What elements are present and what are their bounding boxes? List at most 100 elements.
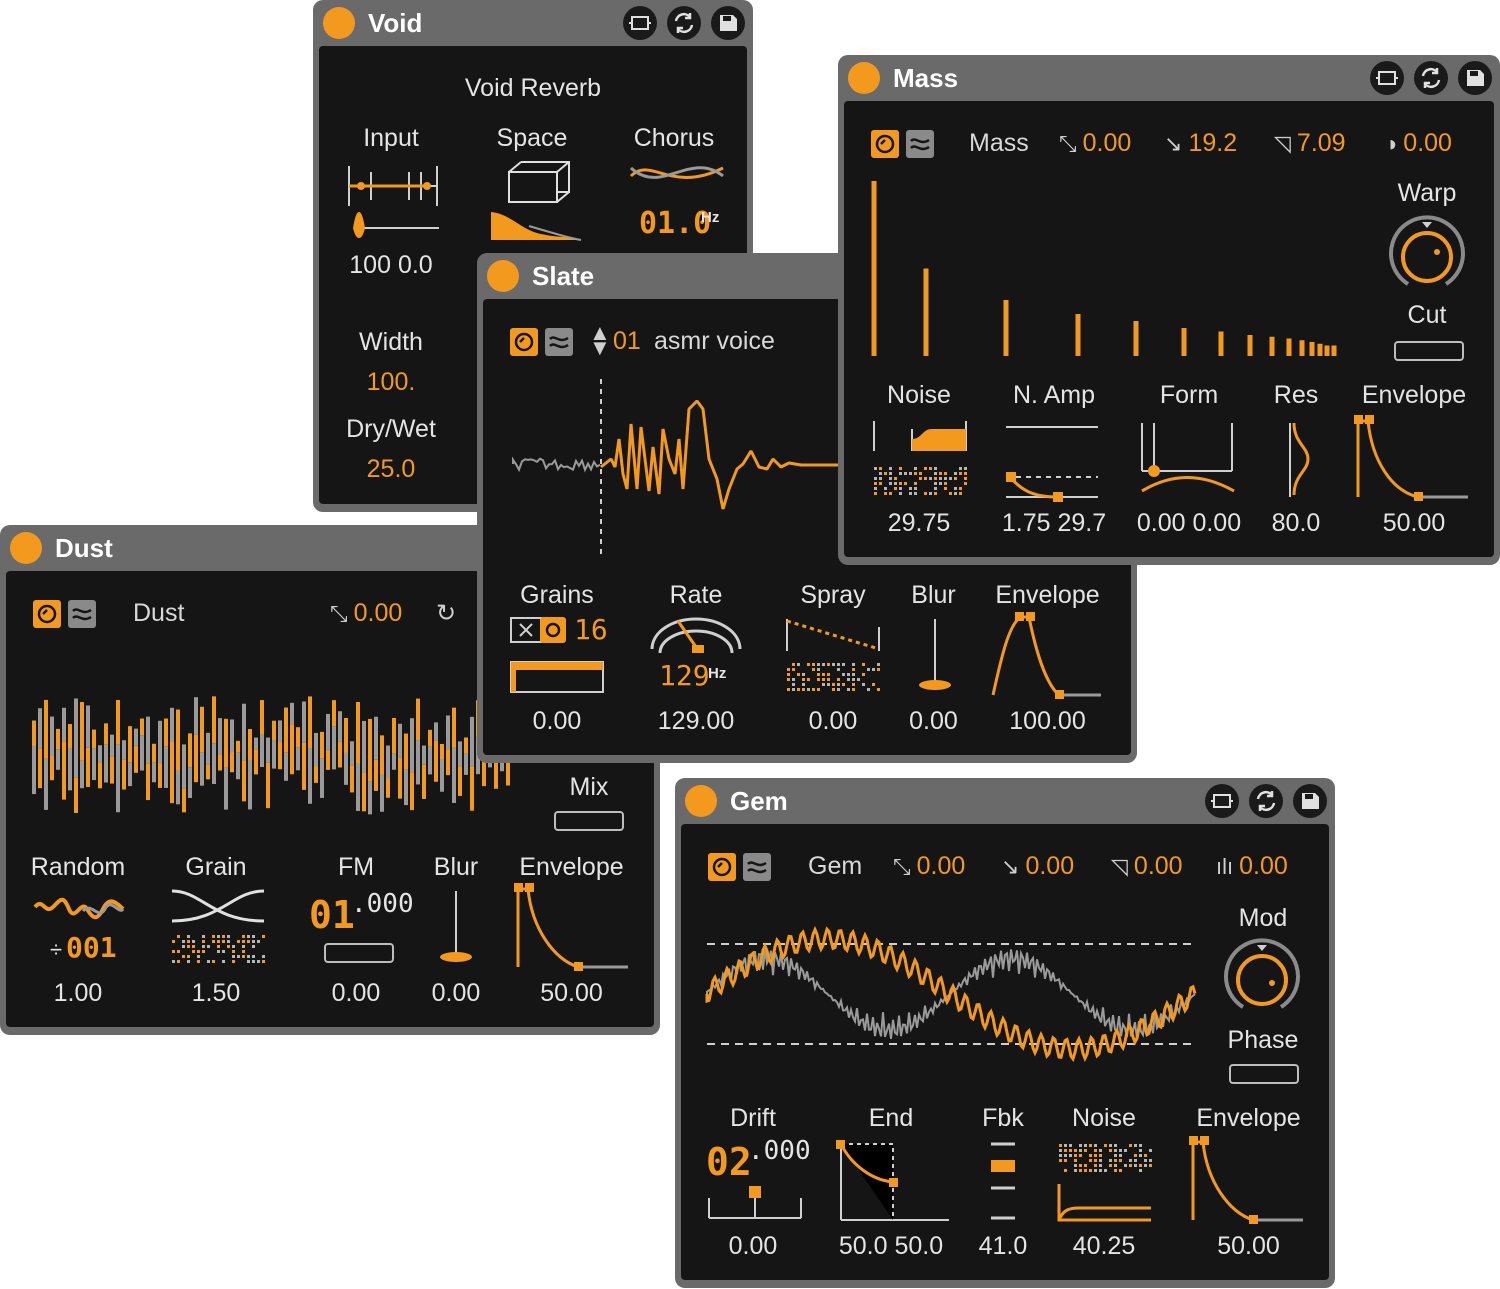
mode-osc-icon[interactable] xyxy=(871,130,899,158)
fm-display-dec: .000 xyxy=(351,889,414,919)
envelope-control[interactable] xyxy=(1354,415,1471,505)
envelope-value: 100.00 xyxy=(1009,707,1086,735)
grains-slider[interactable] xyxy=(510,661,604,695)
mode-wave-icon[interactable] xyxy=(743,853,771,881)
slate-waveform[interactable] xyxy=(511,379,846,559)
phase-slider[interactable] xyxy=(1229,1064,1299,1084)
gem-waveform[interactable] xyxy=(705,904,1205,1084)
void-titlebar[interactable]: Void xyxy=(313,0,753,46)
blur-control[interactable] xyxy=(438,889,474,969)
dust-param[interactable]: ⤡ 0.00 xyxy=(330,599,402,628)
swap-icon[interactable] xyxy=(667,6,701,40)
drywet-value[interactable]: 25.0 xyxy=(341,455,441,484)
end-control[interactable] xyxy=(835,1140,950,1224)
mode-wave-icon[interactable] xyxy=(68,600,96,628)
save-icon[interactable] xyxy=(1293,784,1327,818)
fbk-control[interactable] xyxy=(989,1140,1019,1224)
random-label: Random xyxy=(30,853,126,881)
chorus-control[interactable] xyxy=(629,158,725,198)
slate-power-button[interactable] xyxy=(487,260,519,292)
envelope-label: Envelope xyxy=(1361,381,1467,409)
gem-power-button[interactable] xyxy=(685,785,717,817)
mass-param-pitch[interactable]: ⤡ 0.00 xyxy=(1059,129,1131,158)
grains-count[interactable]: 16 xyxy=(574,613,608,646)
envelope-label: Envelope xyxy=(519,853,624,881)
space-label: Space xyxy=(496,124,568,152)
fbk-label: Fbk xyxy=(982,1104,1024,1132)
rate-label: Rate xyxy=(669,581,723,609)
blur-value: 0.00 xyxy=(431,979,481,1007)
mass-param-attack[interactable]: ◹ 7.09 xyxy=(1274,129,1346,158)
void-power-button[interactable] xyxy=(323,7,355,39)
gem-param-bars[interactable]: ılı 0.00 xyxy=(1216,852,1288,881)
grain-label: Grain xyxy=(185,853,247,881)
namp-control[interactable] xyxy=(1004,421,1104,502)
envelope-control[interactable] xyxy=(1189,1134,1306,1224)
grains-off-icon[interactable] xyxy=(510,617,542,643)
envelope-control[interactable] xyxy=(514,881,631,971)
drift-slider[interactable] xyxy=(707,1184,803,1224)
blur-label: Blur xyxy=(911,581,956,609)
warp-knob[interactable] xyxy=(1386,215,1468,296)
input-control[interactable] xyxy=(341,158,441,248)
gem-param-decay[interactable]: ↘ 0.00 xyxy=(1001,852,1074,881)
width-value[interactable]: 100. xyxy=(341,368,441,397)
swap-icon[interactable] xyxy=(1414,61,1448,95)
partials-display[interactable] xyxy=(864,181,1354,361)
refresh-icon[interactable]: ↻ xyxy=(436,599,456,628)
fold-icon[interactable] xyxy=(1370,61,1404,95)
grain-control[interactable] xyxy=(170,889,266,969)
mode-wave-icon[interactable] xyxy=(906,130,934,158)
random-display[interactable]: 001 xyxy=(66,931,117,964)
gem-titlebar[interactable]: Gem xyxy=(675,778,1335,824)
cut-slider[interactable] xyxy=(1394,341,1464,361)
noise-value: 29.75 xyxy=(887,509,951,537)
mass-param-decay[interactable]: ↘ 19.2 xyxy=(1164,129,1237,158)
gem-param-pitch[interactable]: ⤡ 0.00 xyxy=(893,852,965,881)
preset-number[interactable]: 01 xyxy=(613,327,641,356)
save-icon[interactable] xyxy=(711,6,745,40)
drift-display-int[interactable]: 02 xyxy=(706,1140,752,1184)
dust-power-button[interactable] xyxy=(10,532,42,564)
mix-slider[interactable] xyxy=(554,811,624,831)
swap-icon[interactable] xyxy=(1249,784,1283,818)
save-icon[interactable] xyxy=(1458,61,1492,95)
mass-titlebar[interactable]: Mass xyxy=(838,55,1500,101)
preset-name[interactable]: asmr voice xyxy=(654,327,775,356)
envelope-control[interactable] xyxy=(991,609,1106,699)
bars-icon: ılı xyxy=(1216,854,1234,879)
end-label: End xyxy=(868,1104,914,1132)
mass-power-button[interactable] xyxy=(848,62,880,94)
spray-control[interactable] xyxy=(785,617,881,697)
grains-label: Grains xyxy=(520,581,594,609)
dust-grain-display[interactable] xyxy=(30,676,530,826)
res-control[interactable] xyxy=(1284,419,1314,503)
grains-on-icon[interactable] xyxy=(540,617,566,643)
mode-osc-icon[interactable] xyxy=(708,853,736,881)
noise-control[interactable] xyxy=(1057,1140,1157,1224)
fold-icon[interactable] xyxy=(1205,784,1239,818)
gem-param-attack[interactable]: ◹ 0.00 xyxy=(1111,852,1183,881)
mode-osc-icon[interactable] xyxy=(33,600,61,628)
mode-wave-icon[interactable] xyxy=(545,328,573,356)
namp-label: N. Amp xyxy=(1013,381,1095,409)
orange-waveform xyxy=(600,399,844,510)
blur-control[interactable] xyxy=(917,617,953,697)
input-value: 100 0.0 xyxy=(349,251,433,279)
space-control[interactable] xyxy=(489,158,589,248)
noise-control[interactable] xyxy=(872,421,968,501)
mode-osc-icon[interactable] xyxy=(510,328,538,356)
random-control[interactable] xyxy=(33,891,125,925)
mass-body: Mass ⤡ 0.00 ↘ 19.2 ◹ 7.09 ◑ 0.00 Warp Cut No… xyxy=(844,101,1494,557)
fold-icon[interactable] xyxy=(623,6,657,40)
pitch-icon: ⤡ xyxy=(330,601,348,626)
envelope-value: 50.00 xyxy=(1382,509,1446,537)
mod-knob[interactable] xyxy=(1221,938,1303,1019)
fm-slider[interactable] xyxy=(324,943,394,963)
preset-stepper-icon[interactable]: ▲ ▼ xyxy=(589,322,611,359)
mass-param-contrast[interactable]: ◑ 0.00 xyxy=(1384,129,1452,158)
fm-label: FM xyxy=(337,853,375,881)
fm-display-int[interactable]: 01 xyxy=(309,893,355,937)
rate-dial[interactable] xyxy=(648,617,744,657)
form-control[interactable] xyxy=(1140,419,1240,503)
